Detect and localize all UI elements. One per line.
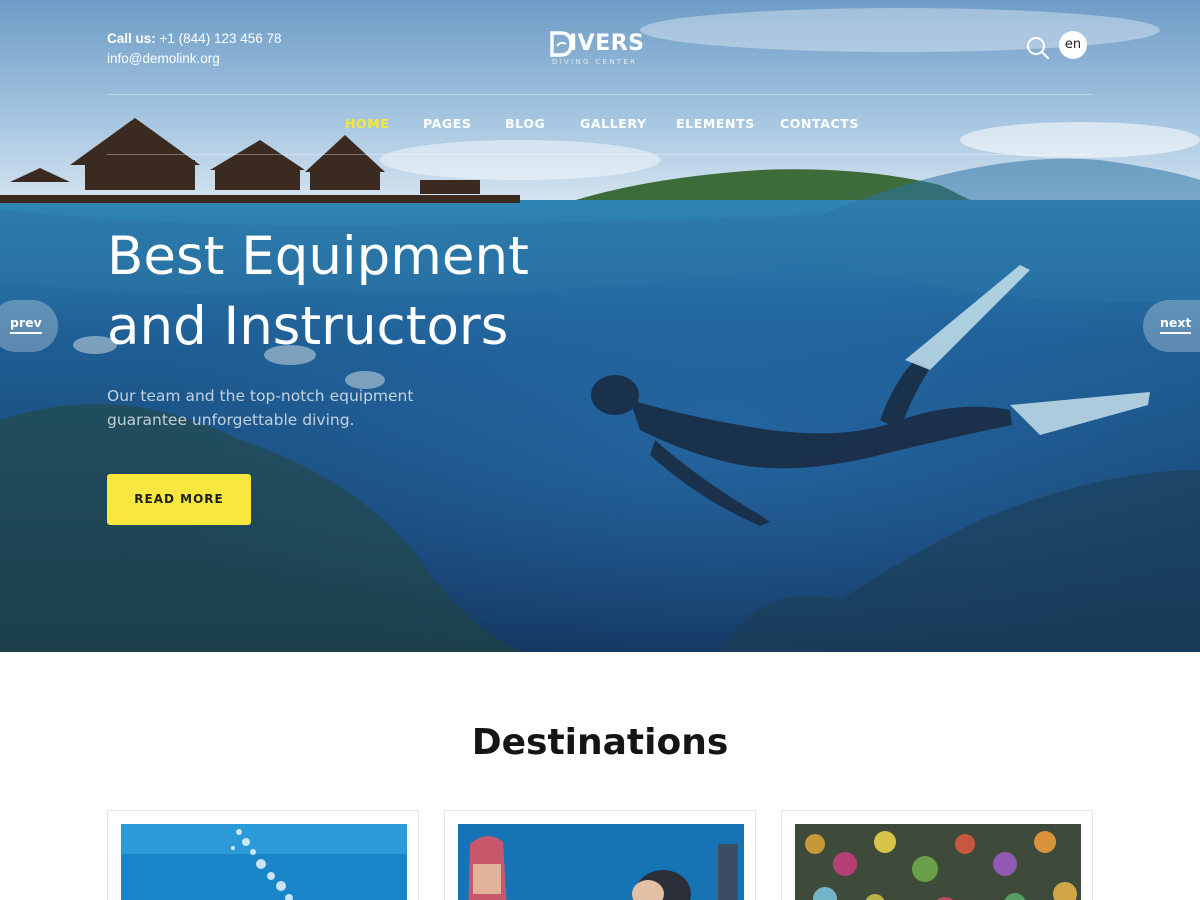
logo-subtitle: DIVING CENTER xyxy=(552,58,638,66)
coral-reef-image xyxy=(795,824,1081,900)
hero-title-line2: and Instructors xyxy=(107,296,509,357)
phone-label: Call us: xyxy=(107,31,156,46)
main-nav: HOME PAGES BLOG GALLERY ELEMENTS CONTACT… xyxy=(0,116,1200,136)
header-contact: Call us: +1 (844) 123 456 78 info@demoli… xyxy=(107,29,282,69)
slider-prev-button[interactable]: prev xyxy=(0,300,58,352)
destination-card[interactable] xyxy=(107,810,419,900)
nav-item-elements[interactable]: ELEMENTS xyxy=(676,116,755,131)
read-more-button[interactable]: READ MORE xyxy=(107,474,251,525)
hero-slider: Call us: +1 (844) 123 456 78 info@demoli… xyxy=(0,0,1200,652)
nav-item-home[interactable]: HOME xyxy=(345,116,389,131)
prev-label: prev xyxy=(10,315,42,334)
phone-link[interactable]: +1 (844) 123 456 78 xyxy=(160,31,282,46)
logo-title: IVERS xyxy=(569,31,645,56)
language-switcher[interactable]: en xyxy=(1059,31,1087,59)
header-divider-bottom xyxy=(107,154,1093,155)
hero-subtitle: Our team and the top-notch equipment gua… xyxy=(107,387,414,429)
destination-image-diver[interactable] xyxy=(458,824,744,900)
search-icon xyxy=(1027,37,1050,60)
next-label: next xyxy=(1160,315,1192,334)
destination-card[interactable] xyxy=(444,810,756,900)
nav-item-pages[interactable]: PAGES xyxy=(423,116,472,131)
slider-next-button[interactable]: next xyxy=(1143,300,1200,352)
nav-item-gallery[interactable]: GALLERY xyxy=(580,116,647,131)
nav-item-blog[interactable]: BLOG xyxy=(505,116,545,131)
destinations-title: Destinations xyxy=(471,722,729,763)
destination-card[interactable] xyxy=(781,810,1093,900)
underwater-bubbles-image xyxy=(121,824,407,900)
destination-image-reef[interactable] xyxy=(795,824,1081,900)
diver-coral-image xyxy=(458,824,744,900)
header-divider-top xyxy=(107,94,1093,95)
hero-title: Best Equipment and Instructors xyxy=(107,222,627,362)
site-logo[interactable]: IVERS DIVING CENTER xyxy=(549,30,653,70)
nav-item-contacts[interactable]: CONTACTS xyxy=(780,116,859,131)
phone-row: Call us: +1 (844) 123 456 78 xyxy=(107,29,282,49)
email-link[interactable]: info@demolink.org xyxy=(107,49,282,69)
search-button[interactable] xyxy=(1025,35,1051,61)
hero-title-line1: Best Equipment xyxy=(107,226,529,287)
destination-image-underwater[interactable] xyxy=(121,824,407,900)
